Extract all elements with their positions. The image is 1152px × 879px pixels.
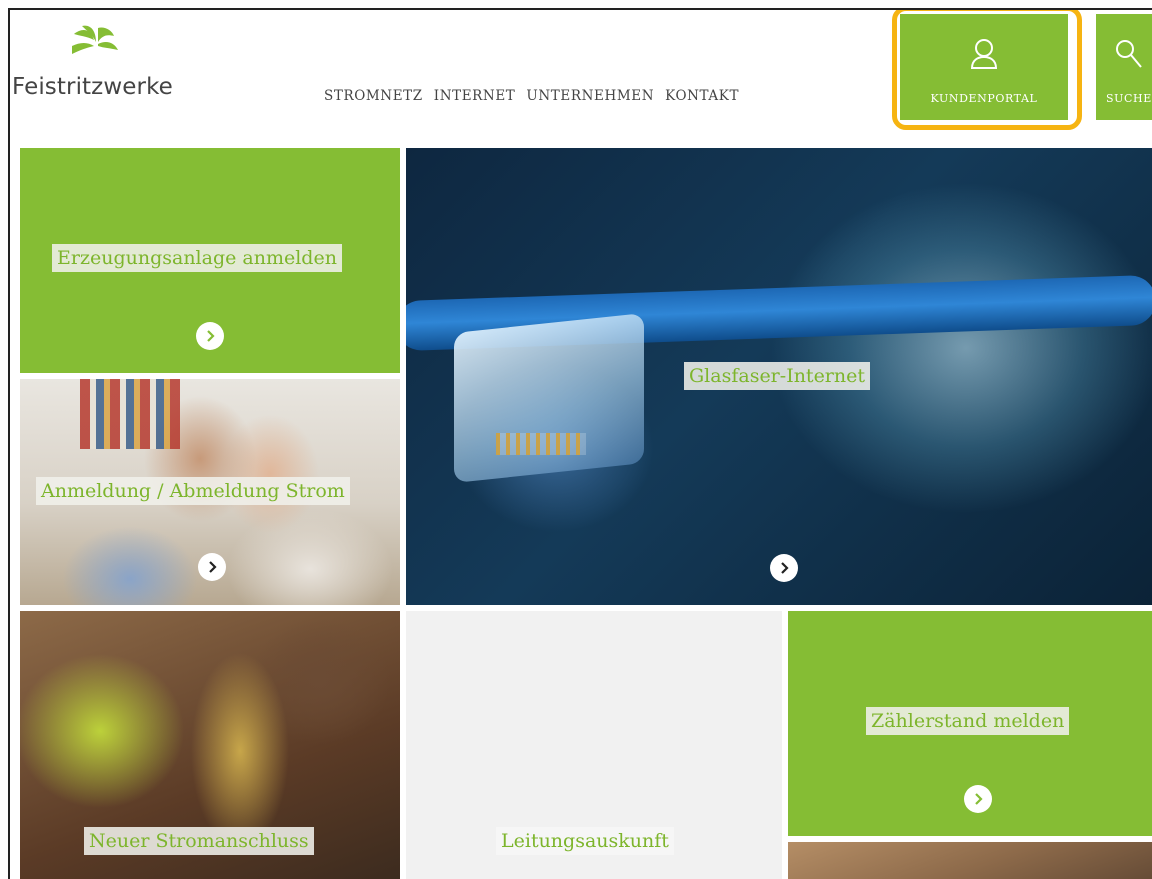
tile-zaehlerstand-title: Zählerstand melden xyxy=(866,707,1070,735)
logo-icon[interactable] xyxy=(68,24,120,64)
tile-anmeldung-abmeldung[interactable]: Anmeldung / Abmeldung Strom xyxy=(20,379,400,605)
chevron-right-icon[interactable] xyxy=(196,322,224,350)
chevron-right-icon[interactable] xyxy=(964,785,992,813)
search-label: SUCHE xyxy=(1106,92,1152,105)
page: Feistritzwerke STROMNETZ INTERNET UNTERN… xyxy=(8,8,1152,879)
tile-leitungsauskunft[interactable]: Leitungsauskunft xyxy=(406,611,782,879)
logo-text[interactable]: Feistritzwerke xyxy=(12,74,173,100)
search-icon xyxy=(1116,40,1142,68)
chevron-right-icon[interactable] xyxy=(198,553,226,581)
nav-item-stromnetz[interactable]: STROMNETZ xyxy=(324,88,423,104)
tile-erzeugungsanlage[interactable]: Erzeugungsanlage anmelden xyxy=(20,148,400,373)
highlight-frame xyxy=(892,10,1082,130)
main-nav: STROMNETZ INTERNET UNTERNEHMEN KONTAKT xyxy=(324,88,739,104)
tile-partial-photo[interactable] xyxy=(788,842,1152,879)
nav-item-internet[interactable]: INTERNET xyxy=(434,88,516,104)
search-button[interactable]: SUCHE xyxy=(1096,14,1152,120)
tile-erzeugungsanlage-title: Erzeugungsanlage anmelden xyxy=(52,244,342,272)
chevron-right-icon[interactable] xyxy=(770,554,798,582)
tile-leitungsauskunft-title: Leitungsauskunft xyxy=(496,827,674,855)
tile-glasfaser-internet[interactable]: Glasfaser-Internet xyxy=(406,148,1152,605)
tile-anmeldung-title: Anmeldung / Abmeldung Strom xyxy=(36,477,350,505)
photo-detail xyxy=(496,433,586,455)
nav-item-unternehmen[interactable]: UNTERNEHMEN xyxy=(526,88,654,104)
tile-glasfaser-title: Glasfaser-Internet xyxy=(684,362,871,390)
photo-detail xyxy=(454,313,644,483)
background-photo xyxy=(80,379,180,449)
tile-stromanschluss-title: Neuer Stromanschluss xyxy=(84,827,314,855)
nav-item-kontakt[interactable]: KONTAKT xyxy=(665,88,739,104)
tile-zaehlerstand[interactable]: Zählerstand melden xyxy=(788,611,1152,836)
tile-neuer-stromanschluss[interactable]: Neuer Stromanschluss xyxy=(20,611,400,879)
